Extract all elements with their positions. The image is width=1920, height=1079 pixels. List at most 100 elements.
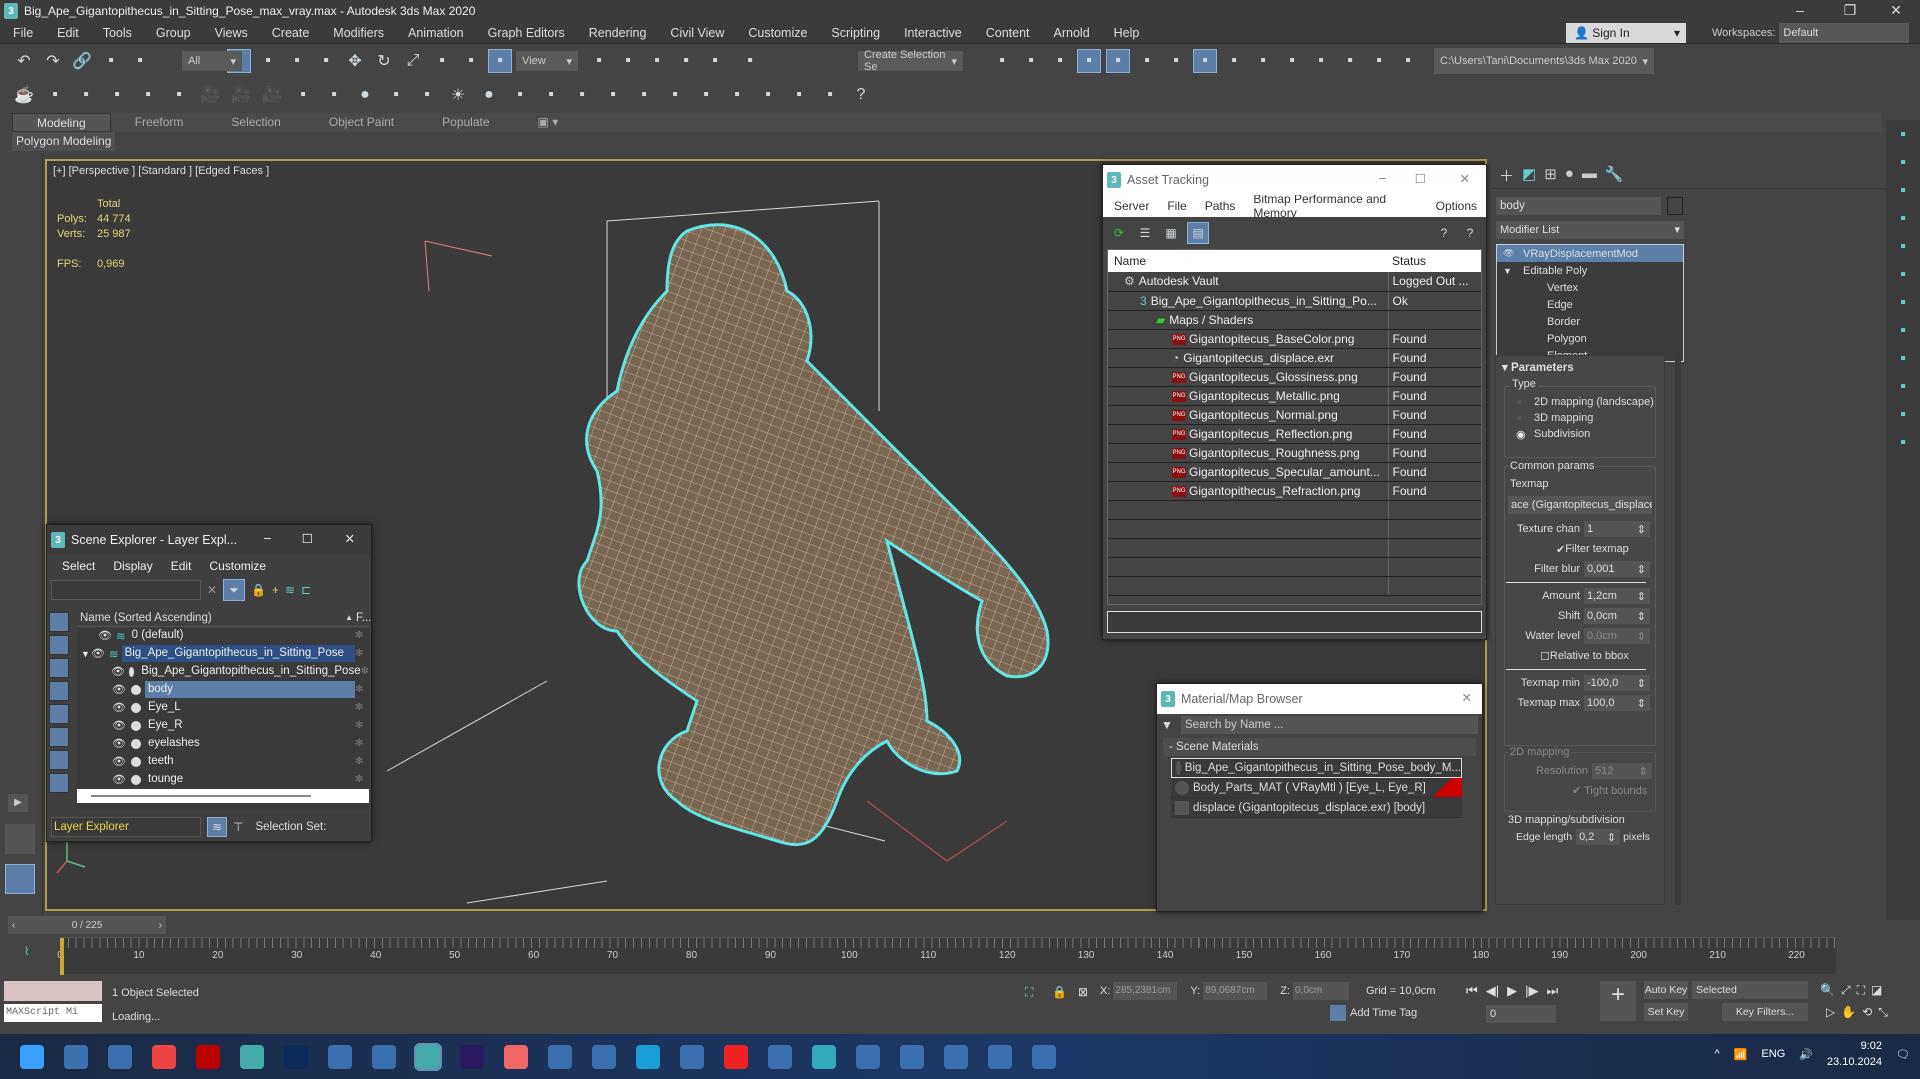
taskbar-chrome-icon[interactable] [152, 1044, 176, 1069]
display-cameras-icon[interactable] [49, 681, 69, 701]
spot-icon[interactable]: ▪ [415, 83, 439, 107]
taskbar-grammarly-icon[interactable] [504, 1044, 528, 1069]
spinner-arrows-icon[interactable]: ⇕ [1637, 697, 1646, 710]
move-icon[interactable]: ✥ [343, 49, 367, 73]
camera-3-icon[interactable]: 🎥 [260, 83, 284, 107]
select-manipulate-icon[interactable]: ▪ [488, 49, 512, 73]
asset-row[interactable]: PNG Gigantopitecus_Reflection.png Found [1108, 424, 1481, 444]
motion-tab-icon[interactable]: ● [1565, 165, 1574, 182]
mirror-icon[interactable]: ▪ [990, 49, 1014, 73]
workspace-dropdown[interactable]: Default [1779, 23, 1910, 43]
column-header-status[interactable]: Status [1388, 250, 1481, 272]
spinner-arrows-icon[interactable]: ⇕ [1637, 630, 1646, 643]
taskbar-explorer-icon[interactable] [64, 1044, 88, 1069]
environment-icon[interactable]: ▪ [1886, 182, 1920, 210]
absolute-mode-icon[interactable]: ⊠ [1078, 985, 1088, 999]
settings-icon[interactable]: ▪ [136, 83, 160, 107]
type-radio-0[interactable]: ● 2D mapping (landscape) [1516, 394, 1654, 410]
se-menu-edit[interactable]: Edit [162, 559, 201, 573]
spinner-arrows-icon[interactable]: ⇕ [1637, 610, 1646, 623]
scene-search-input[interactable] [51, 580, 201, 600]
modify-tab-icon[interactable]: ◩ [1522, 165, 1536, 183]
percent-snap-icon[interactable]: ▪ [674, 49, 698, 73]
se-menu-display[interactable]: Display [104, 559, 161, 573]
asset-row[interactable]: ▰ Maps / Shaders [1108, 310, 1481, 330]
asset-row[interactable]: PNG Gigantopitecus_BaseColor.png Found [1108, 329, 1481, 349]
spinner-arrows-icon[interactable]: ⇕ [1637, 523, 1646, 536]
maximize-button[interactable]: ☐ [1415, 171, 1426, 186]
visibility-eye-icon[interactable]: 👁 [97, 629, 113, 642]
scene-icon[interactable]: ▪ [1886, 406, 1920, 434]
align-icon[interactable]: ▪ [1019, 49, 1043, 73]
menu-scripting[interactable]: Scripting [818, 26, 891, 40]
layers-icon[interactable]: ▪ [1886, 238, 1920, 266]
ribbon-panel-polygon-modeling[interactable]: Polygon Modeling [12, 132, 116, 151]
go-to-start-icon[interactable]: ⏮ [1466, 983, 1478, 999]
add-time-tag-button[interactable]: Add Time Tag [1350, 1007, 1417, 1019]
menu-interactive[interactable]: Interactive [891, 26, 973, 40]
taskbar-task-view-icon[interactable] [108, 1044, 132, 1069]
camera-2-icon[interactable]: 🎥 [229, 83, 253, 107]
freeze-icon[interactable]: ✻ [355, 756, 369, 767]
render-env-icon[interactable]: ▪ [74, 83, 98, 107]
z-coordinate-field[interactable]: 0,0cm [1292, 982, 1349, 1000]
rendered-frame-icon[interactable]: ▪ [1251, 49, 1275, 73]
light-lister-icon[interactable]: ▪ [167, 83, 191, 107]
key-mode-dropdown[interactable]: Selected [1692, 981, 1808, 999]
minimize-button[interactable]: – [264, 531, 271, 545]
menu-group[interactable]: Group [143, 26, 202, 40]
scene-tree-row[interactable]: 👁 Eye_R ✻ [77, 717, 369, 735]
display-tab-icon[interactable]: ▬ [1582, 165, 1597, 182]
filter-texmap-checkbox[interactable]: ✔ Filter texmap [1496, 539, 1656, 559]
visibility-eye-icon[interactable]: 👁 [111, 719, 127, 732]
rect-selection-icon[interactable]: ▪ [285, 49, 309, 73]
taskbar-app3-icon[interactable] [680, 1044, 704, 1069]
teapot-icon[interactable]: ☕ [12, 83, 36, 107]
close-button[interactable]: ✕ [1460, 171, 1470, 186]
angle-snap-icon[interactable]: ▪ [645, 49, 669, 73]
box-icon[interactable]: ▪ [1886, 294, 1920, 322]
object-name-field[interactable]: body [1496, 197, 1661, 215]
dope-sheet-icon[interactable]: ▪ [1164, 49, 1188, 73]
material-item[interactable]: Big_Ape_Gigantopithecus_in_Sitting_Pose_… [1171, 758, 1462, 778]
visibility-eye-icon[interactable]: 👁 [111, 683, 127, 696]
layout-quad-icon[interactable] [5, 824, 35, 854]
search-input[interactable]: Search by Name ... [1181, 716, 1478, 734]
menu-tools[interactable]: Tools [90, 26, 143, 40]
zoom-all-icon[interactable]: ⤢ [1841, 983, 1851, 998]
asset-row[interactable]: PNG Gigantopitecus_Specular_amount... Foun… [1108, 462, 1481, 482]
maximize-button[interactable]: ❐ [1830, 0, 1870, 20]
column-header-name[interactable]: Name (Sorted Ascending) [77, 612, 345, 624]
cloud-icon[interactable]: ▪ [43, 83, 67, 107]
select-by-name-icon[interactable]: ▪ [256, 49, 280, 73]
minimize-button[interactable]: – [1379, 171, 1386, 185]
dome-light-icon[interactable]: ▪ [322, 83, 346, 107]
asset-row[interactable]: ⚙ Autodesk Vault Logged Out ... [1108, 272, 1481, 292]
explorer-mode-dropdown[interactable]: Layer Explorer [51, 817, 201, 837]
network-icon[interactable]: 📶 [1734, 1048, 1748, 1061]
previous-frame-icon[interactable]: ◀| [1486, 983, 1499, 999]
asset-row[interactable]: PNG Gigantopitecus_Glossiness.png Found [1108, 367, 1481, 387]
freeze-icon[interactable]: ✻ [355, 684, 369, 695]
panel-scrollbar[interactable] [1675, 355, 1681, 905]
hierarchy-icon[interactable]: ⊏ [301, 583, 311, 597]
selection-lock-icon[interactable]: 🔒 [1052, 985, 1067, 999]
display-groups-icon[interactable] [49, 750, 69, 770]
sphere-light-icon[interactable]: ● [353, 83, 377, 107]
ball-icon[interactable]: ▪ [601, 83, 625, 107]
visibility-eye-icon[interactable]: 👁 [111, 737, 127, 750]
at-menu-options[interactable]: Options [1427, 199, 1486, 213]
set-project-icon[interactable]: ▪ [1396, 49, 1420, 73]
keyboard-shortcut-icon[interactable]: ▪ [587, 49, 611, 73]
current-frame-field[interactable]: 0 [1486, 1005, 1556, 1023]
modifier-list-dropdown[interactable]: Modifier List ▾ [1496, 221, 1684, 239]
zoom-extents-icon[interactable]: ⛶ [1857, 983, 1865, 998]
object-color-swatch[interactable] [1667, 197, 1683, 215]
scale-icon[interactable]: ⤢ [401, 49, 425, 73]
taskbar-3dsmax-active-icon[interactable] [414, 1042, 442, 1071]
layer-explorer-icon[interactable]: ▪ [1077, 49, 1101, 73]
material-item[interactable]: Body_Parts_MAT ( VRayMtl ) [Eye_L, Eye_R… [1171, 778, 1462, 798]
menu-rendering[interactable]: Rendering [576, 26, 658, 40]
freeze-icon[interactable]: ✻ [355, 630, 369, 641]
texmap-button[interactable]: ace (Gigantopitecus_displace. [1508, 496, 1652, 514]
